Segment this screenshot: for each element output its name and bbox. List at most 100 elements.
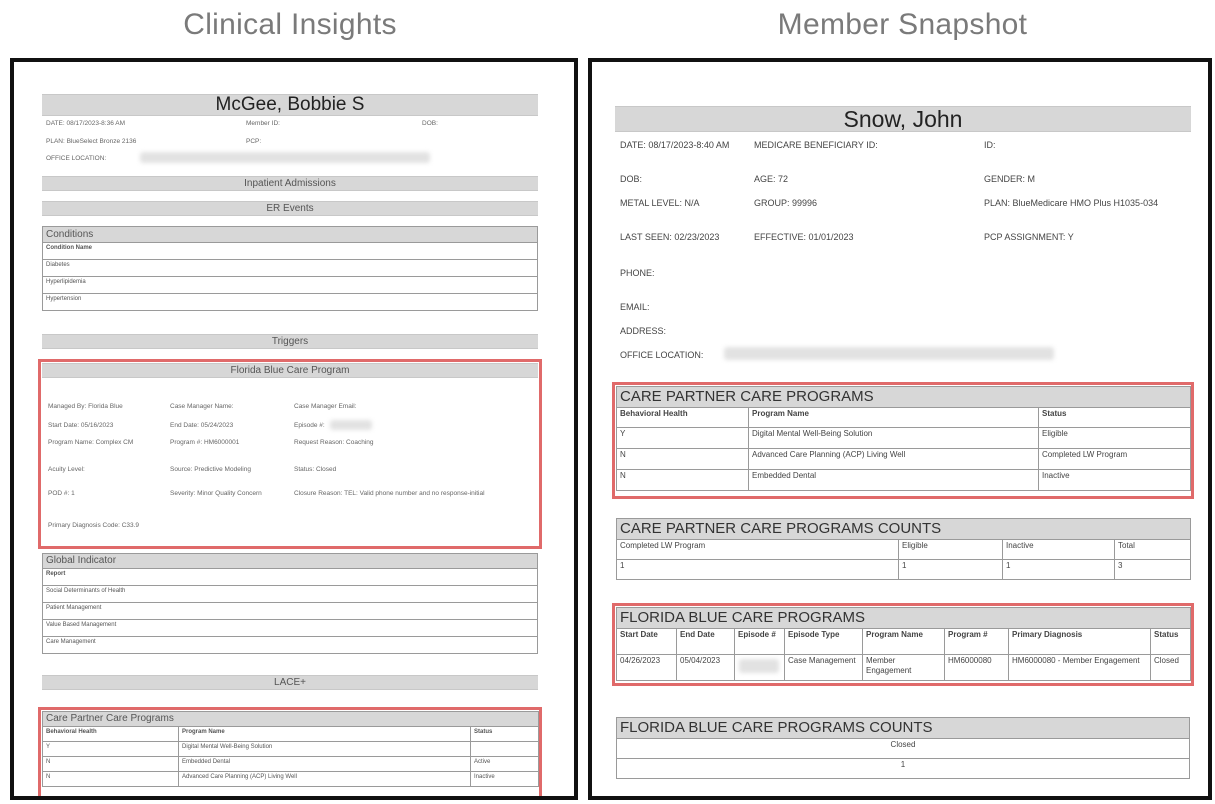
metal-level-field: METAL LEVEL: N/A <box>620 198 700 208</box>
closure-reason-field: Closure Reason: TEL: Valid phone number … <box>294 490 485 497</box>
florida-blue-care-programs-table: FLORIDA BLUE CARE PROGRAMS Start Date En… <box>615 607 1192 681</box>
program-name-cell: Digital Mental Well-Being Solution <box>178 741 471 757</box>
status-field: Status: Closed <box>294 466 337 473</box>
request-reason-field: Request Reason: Coaching <box>294 439 374 446</box>
gender-field: GENDER: M <box>984 174 1036 184</box>
status-cell: Eligible <box>1037 427 1192 449</box>
program-name-column-header: Program Name <box>862 628 945 655</box>
status-column-header: Status <box>1037 407 1192 428</box>
behavioral-health-cell: N <box>42 771 179 787</box>
start-date-field: Start Date: 05/16/2023 <box>48 422 114 429</box>
status-cell <box>469 741 540 757</box>
start-date-cell: 04/26/2023 <box>616 654 677 681</box>
conditions-header: Conditions <box>42 226 538 243</box>
report-column-header: Report <box>42 568 538 586</box>
redacted-episode-number <box>739 659 779 673</box>
conditions-table: Conditions Condition Name Diabetes Hyper… <box>42 226 538 311</box>
start-date-column-header: Start Date <box>616 628 677 655</box>
program-name-cell: Embedded Dental <box>178 756 471 772</box>
case-manager-name-field: Case Manager Name: <box>170 403 234 410</box>
status-cell: Inactive <box>1037 469 1192 491</box>
primary-diagnosis-column-header: Primary Diagnosis <box>1008 628 1151 655</box>
total-count: 3 <box>1113 559 1192 580</box>
episode-type-cell: Case Management <box>784 654 863 681</box>
completed-lw-program-count: 1 <box>616 559 899 580</box>
member-snapshot-panel: Snow, John DATE: 08/17/2023-8:40 AM MEDI… <box>588 58 1212 800</box>
status-cell: Inactive <box>469 771 540 787</box>
status-cell: Active <box>469 756 540 772</box>
pod-field: POD #: 1 <box>48 490 75 497</box>
episode-number-column-header: Episode # <box>734 628 785 655</box>
office-location-field: OFFICE LOCATION: <box>620 350 704 360</box>
report-row: Care Management <box>42 636 538 654</box>
care-partner-care-programs-title: CARE PARTNER CARE PROGRAMS <box>615 386 1192 408</box>
program-name-cell: Advanced Care Planning (ACP) Living Well <box>748 448 1039 470</box>
florida-blue-care-programs-counts-table: FLORIDA BLUE CARE PROGRAMS COUNTS Closed… <box>616 717 1190 779</box>
dob-field: DOB: <box>422 120 438 127</box>
episode-number-cell <box>734 654 785 681</box>
dob-field: DOB: <box>620 174 643 184</box>
program-number-field: Program #: HM6000001 <box>170 439 240 446</box>
redacted-office-location <box>140 152 430 163</box>
triggers-header: Triggers <box>42 334 538 349</box>
episode-type-column-header: Episode Type <box>784 628 863 655</box>
end-date-cell: 05/04/2023 <box>676 654 735 681</box>
behavioral-health-column-header: Behavioral Health <box>42 726 179 742</box>
behavioral-health-cell: Y <box>42 741 179 757</box>
program-number-column-header: Program # <box>944 628 1009 655</box>
inactive-count: 1 <box>1002 559 1115 580</box>
clinical-insights-title: Clinical Insights <box>183 8 397 41</box>
care-partner-care-programs-table: Care Partner Care Programs Behavioral He… <box>41 711 540 787</box>
status-cell: Completed LW Program <box>1037 448 1192 470</box>
source-field: Source: Predictive Modeling <box>170 466 251 473</box>
lace-plus-header: LACE+ <box>42 675 538 690</box>
behavioral-health-cell: Y <box>616 427 749 449</box>
behavioral-health-column-header: Behavioral Health <box>616 407 749 428</box>
phone-field: PHONE: <box>620 268 655 278</box>
global-indicator-table: Global Indicator Report Social Determina… <box>42 553 538 654</box>
managed-by-field: Managed By: Florida Blue <box>48 403 123 410</box>
effective-field: EFFECTIVE: 01/01/2023 <box>754 232 854 242</box>
primary-diagnosis-code-field: Primary Diagnosis Code: C33.9 <box>48 522 140 529</box>
program-name-cell: Advanced Care Planning (ACP) Living Well <box>178 771 471 787</box>
program-name-column-header: Program Name <box>178 726 471 742</box>
office-location-field: OFFICE LOCATION: <box>46 155 107 162</box>
eligible-column-header: Eligible <box>898 539 1003 560</box>
condition-row: Hyperlipidemia <box>42 276 538 294</box>
report-row: Patient Management <box>42 602 538 620</box>
global-indicator-header: Global Indicator <box>42 553 538 569</box>
behavioral-health-cell: N <box>616 469 749 491</box>
date-field: DATE: 08/17/2023-8:40 AM <box>620 140 730 150</box>
member-snapshot-title: Member Snapshot <box>777 8 1028 41</box>
patient-name: McGee, Bobbie S <box>42 94 538 116</box>
end-date-column-header: End Date <box>676 628 735 655</box>
eligible-count: 1 <box>898 559 1003 580</box>
medicare-beneficiary-id-field: MEDICARE BENEFICIARY ID: <box>754 140 878 150</box>
florida-blue-care-program-header: Florida Blue Care Program <box>42 363 538 378</box>
address-field: ADDRESS: <box>620 326 667 336</box>
program-name-field: Program Name: Complex CM <box>48 439 134 446</box>
inactive-column-header: Inactive <box>1002 539 1115 560</box>
status-cell: Closed <box>1149 654 1192 681</box>
group-field: GROUP: 99996 <box>754 198 818 208</box>
clinical-insights-panel: McGee, Bobbie S DATE: 08/17/2023-8:36 AM… <box>10 58 578 800</box>
status-column-header: Status <box>469 726 540 742</box>
case-manager-email-field: Case Manager Email: <box>294 403 357 410</box>
date-field: DATE: 08/17/2023-8:36 AM <box>46 120 126 127</box>
florida-blue-care-programs-counts-title: FLORIDA BLUE CARE PROGRAMS COUNTS <box>616 717 1190 739</box>
report-row: Value Based Management <box>42 619 538 637</box>
program-name-cell: Embedded Dental <box>748 469 1039 491</box>
care-partner-care-programs-counts-table: CARE PARTNER CARE PROGRAMS COUNTS Comple… <box>615 518 1192 580</box>
end-date-field: End Date: 05/24/2023 <box>170 422 234 429</box>
florida-blue-care-programs-title: FLORIDA BLUE CARE PROGRAMS <box>615 607 1192 629</box>
er-events-header: ER Events <box>42 201 538 216</box>
total-column-header: Total <box>1113 539 1192 560</box>
primary-diagnosis-cell: HM6000080 - Member Engagement <box>1008 654 1151 681</box>
care-partner-care-programs-table: CARE PARTNER CARE PROGRAMS Behavioral He… <box>615 386 1192 491</box>
severity-field: Severity: Minor Quality Concern <box>170 490 262 497</box>
care-partner-care-programs-header: Care Partner Care Programs <box>41 711 540 727</box>
member-id-field: Member ID: <box>246 120 280 127</box>
pcp-field: PCP: <box>246 138 262 145</box>
email-field: EMAIL: <box>620 302 650 312</box>
completed-lw-program-column-header: Completed LW Program <box>616 539 899 560</box>
